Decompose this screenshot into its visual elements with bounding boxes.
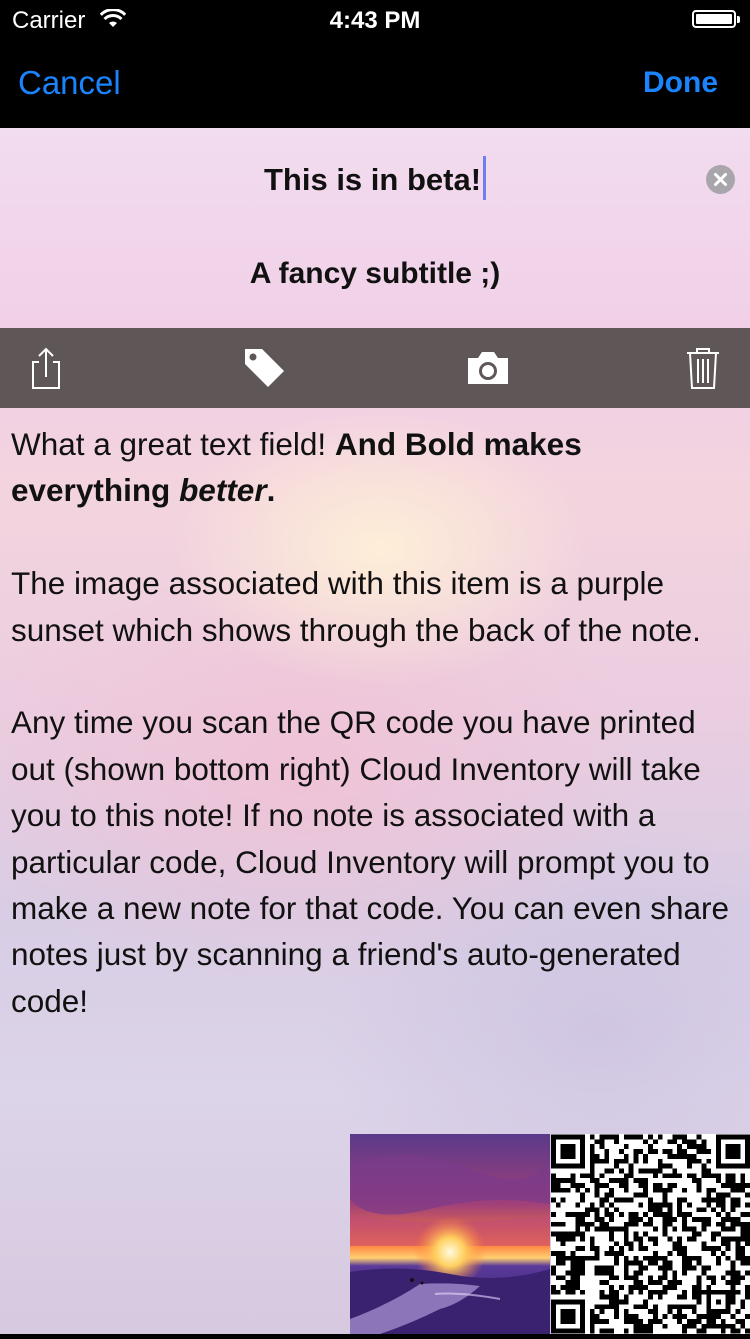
note-header: This is in beta! A fancy subtitle ;)	[0, 128, 750, 328]
share-icon	[32, 347, 60, 389]
status-bar: Carrier 4:43 PM	[0, 0, 750, 40]
clear-title-button[interactable]	[706, 165, 735, 194]
body-paragraph: What a great text field! And Bold makes …	[11, 421, 745, 514]
status-time: 4:43 PM	[329, 7, 421, 34]
body-bold-text: .	[266, 472, 276, 509]
camera-icon	[468, 352, 508, 384]
title-field[interactable]: This is in beta!	[0, 156, 750, 200]
battery-icon	[692, 10, 740, 28]
trash-icon	[687, 348, 719, 389]
subtitle-field[interactable]: A fancy subtitle ;)	[0, 257, 750, 291]
body-text: What a great text field!	[11, 426, 335, 462]
cancel-button[interactable]: Cancel	[18, 64, 121, 102]
note-photo[interactable]	[350, 1134, 550, 1334]
body-paragraph: The image associated with this item is a…	[11, 565, 701, 648]
camera-button[interactable]	[462, 344, 514, 392]
body-paragraph: Any time you scan the QR code you have p…	[11, 704, 729, 1019]
body-bold-italic-text: better	[179, 472, 267, 509]
text-caret	[483, 156, 487, 200]
done-button[interactable]: Done	[643, 66, 718, 100]
share-button[interactable]	[20, 344, 72, 392]
note-toolbar	[0, 328, 750, 408]
title-text: This is in beta!	[263, 162, 482, 197]
clear-icon	[714, 173, 727, 186]
tag-icon	[245, 349, 284, 387]
note-body[interactable]: What a great text field! And Bold makes …	[11, 421, 745, 1071]
tag-button[interactable]	[238, 344, 290, 392]
qr-code-pattern	[551, 1134, 750, 1334]
trash-button[interactable]	[677, 344, 729, 392]
qr-code[interactable]	[551, 1134, 750, 1334]
navigation-bar: Cancel Done	[0, 40, 750, 128]
